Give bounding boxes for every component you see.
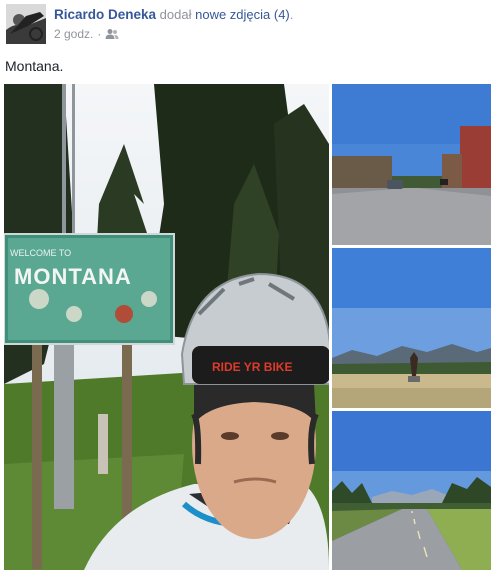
photo-main-selfie[interactable]: WELCOME TO MONTANA RIDE YR BIKE: [4, 84, 329, 570]
new-photos-link[interactable]: nowe zdjęcia (4): [195, 7, 290, 22]
sign-state-text: MONTANA: [14, 264, 132, 289]
photo-highway[interactable]: [332, 411, 491, 570]
street-image: [332, 84, 491, 245]
feed-post: Ricardo Deneka dodał nowe zdjęcia (4). 2…: [0, 0, 498, 578]
field-image: [332, 248, 491, 408]
post-action-text: dodał: [159, 7, 192, 22]
avatar-image: [6, 4, 46, 44]
post-caption: Montana.: [5, 58, 64, 74]
selfie-image: WELCOME TO MONTANA RIDE YR BIKE: [4, 84, 329, 570]
meta-separator: ·: [97, 27, 102, 41]
sign-welcome-text: WELCOME TO: [10, 248, 71, 258]
author-avatar[interactable]: [6, 4, 46, 44]
friends-icon[interactable]: [105, 28, 119, 40]
post-action-end: .: [289, 7, 294, 22]
post-timestamp[interactable]: 2 godz.: [54, 27, 93, 41]
photo-field-mountains[interactable]: [332, 248, 491, 408]
photo-street-town[interactable]: [332, 84, 491, 245]
author-name-link[interactable]: Ricardo Deneka: [54, 7, 156, 22]
post-header: Ricardo Deneka dodał nowe zdjęcia (4).: [54, 7, 293, 22]
post-meta: 2 godz. ·: [54, 27, 119, 41]
highway-image: [332, 411, 491, 570]
cap-text: RIDE YR BIKE: [212, 360, 292, 374]
montana-sign: WELCOME TO MONTANA: [4, 233, 175, 345]
